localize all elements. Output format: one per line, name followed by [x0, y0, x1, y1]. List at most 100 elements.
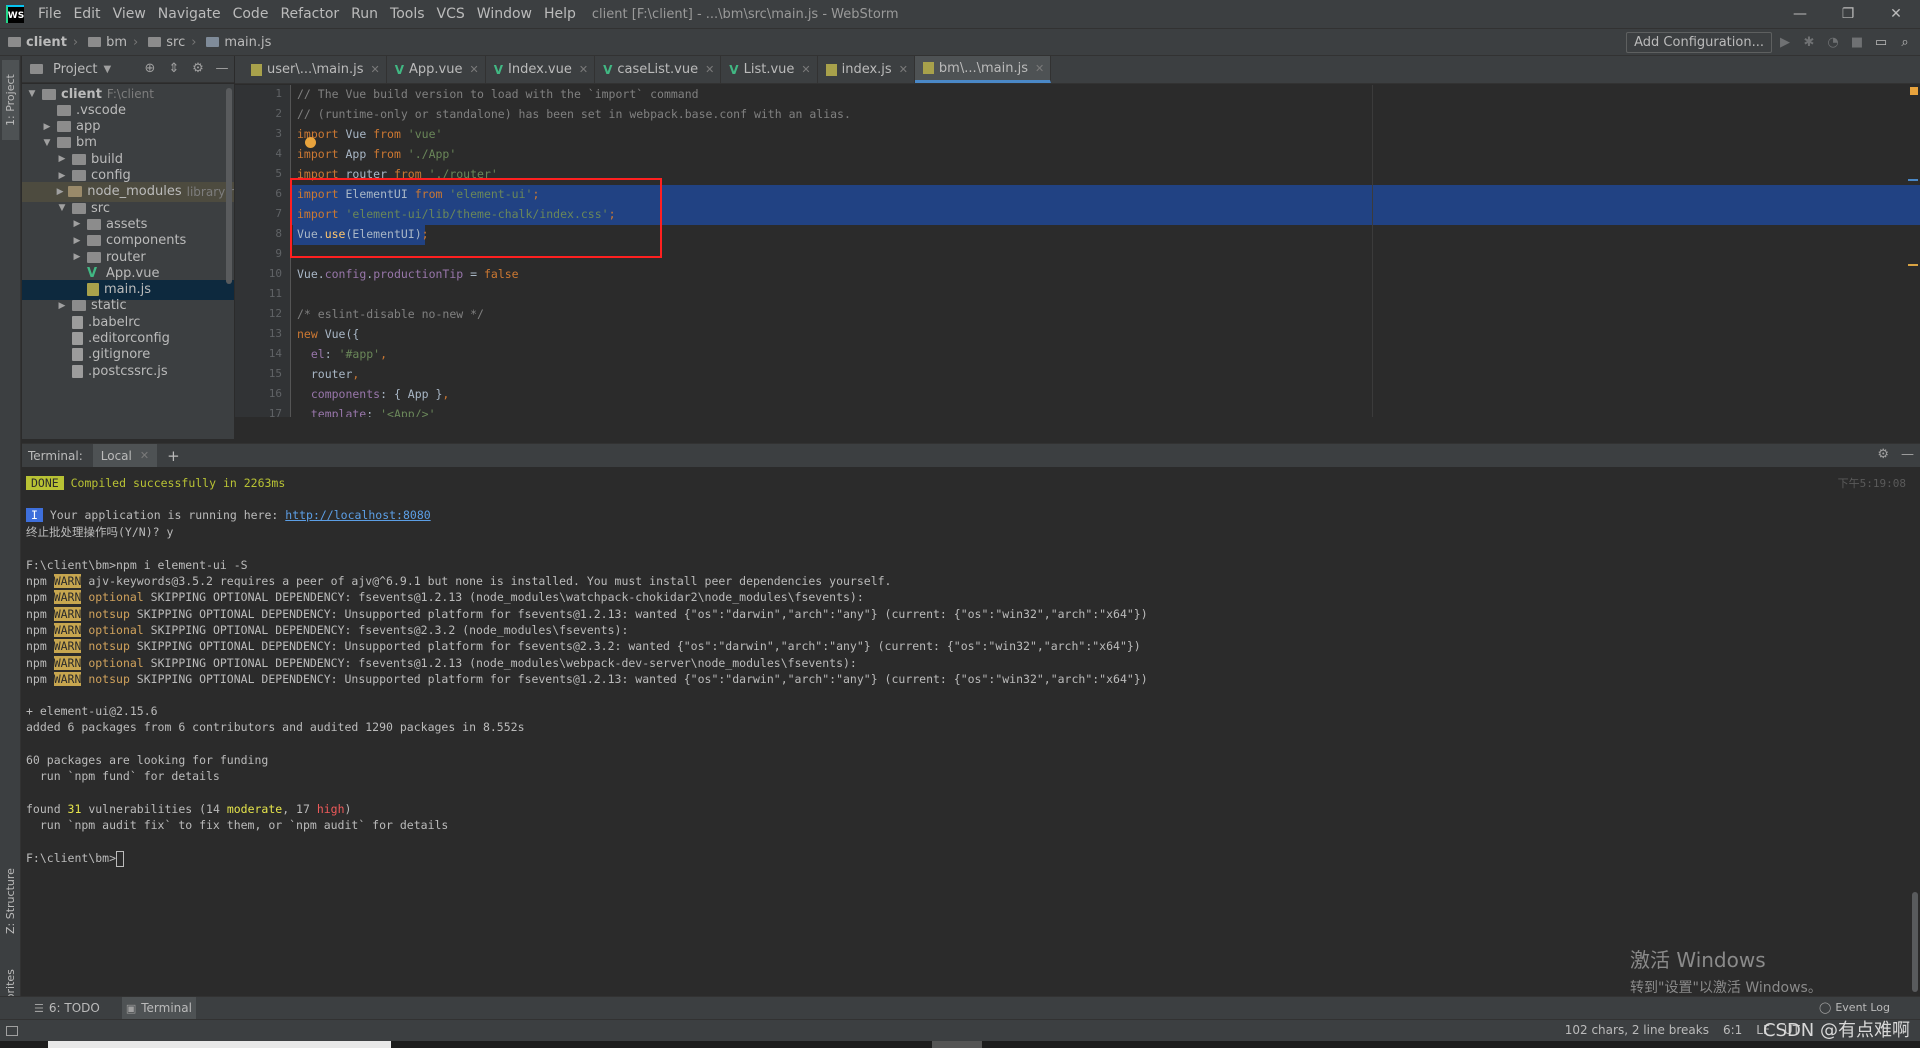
todo-tool-button[interactable]: ☰ 6: TODO — [30, 997, 104, 1020]
collapsed-arrow-icon[interactable]: ▶ — [56, 171, 68, 181]
project-structure-icon[interactable]: ▭ — [1872, 33, 1890, 51]
line-number: 15 — [268, 367, 282, 380]
hide-icon[interactable]: — — [214, 61, 230, 76]
expanded-arrow-icon[interactable]: ▼ — [56, 203, 68, 213]
stop-icon[interactable]: ■ — [1848, 33, 1866, 51]
collapsed-arrow-icon[interactable]: ▶ — [71, 252, 83, 262]
collapsed-arrow-icon[interactable]: ▶ — [56, 154, 68, 164]
coverage-icon[interactable]: ◔ — [1824, 33, 1842, 51]
project-tree-scrollbar[interactable] — [226, 88, 232, 284]
csdn-watermark: CSDN @有点难啊 — [1762, 1020, 1910, 1041]
localhost-link[interactable]: http://localhost:8080 — [285, 508, 430, 522]
breadcrumb-src[interactable]: src › — [148, 35, 202, 50]
menu-refactor[interactable]: Refactor — [274, 6, 345, 22]
tree-item[interactable]: .postcssrc.js — [22, 361, 234, 381]
editor-tab[interactable]: VcaseList.vue ✕ — [595, 56, 722, 83]
project-tool-tab[interactable]: 1: Project — [2, 60, 19, 140]
taskbar-item[interactable] — [932, 1041, 982, 1048]
collapsed-arrow-icon[interactable]: ▶ — [71, 219, 83, 229]
caret-position[interactable]: 6:1 — [1723, 1023, 1742, 1037]
breadcrumb-bm[interactable]: bm › — [88, 35, 144, 50]
project-tree: ▼ client F:\client .vscode ▶ app ▼ bm ▶ build ▶ con… — [22, 84, 234, 439]
gear-icon[interactable]: ⚙ — [1877, 447, 1889, 462]
terminal-tab-local[interactable]: Local ✕ — [92, 443, 158, 468]
menu-vcs[interactable]: VCS — [431, 6, 471, 22]
line-number-gutter: 1 2 3 4 5 6 7 8 9 10 11 12 13 14 15 16 17 — [235, 85, 291, 417]
terminal-label: Terminal: — [28, 448, 83, 463]
menu-help[interactable]: Help — [538, 6, 582, 22]
hide-icon[interactable]: — — [1901, 447, 1914, 462]
collapsed-arrow-icon[interactable]: ▶ — [56, 187, 64, 197]
editor-tab[interactable]: V App.vue ✕ — [387, 56, 486, 83]
close-window-button[interactable]: ✕ — [1872, 0, 1920, 28]
collapsed-arrow-icon[interactable]: ▶ — [56, 301, 68, 311]
editor-tab-label: bm\...\main.js — [938, 60, 1028, 76]
folder-icon — [42, 88, 56, 100]
menu-run[interactable]: Run — [345, 6, 384, 22]
event-log-button[interactable]: ◯ Event Log — [1819, 1001, 1890, 1014]
close-tab-icon[interactable]: ✕ — [705, 63, 714, 76]
tree-item-hint: F:\client — [106, 87, 154, 101]
menu-view[interactable]: View — [107, 6, 152, 22]
chevron-down-icon[interactable]: ▼ — [103, 64, 111, 75]
taskbar-window[interactable] — [48, 1041, 391, 1048]
structure-tool-tab[interactable]: Z: Structure — [2, 856, 19, 946]
gear-icon[interactable]: ⚙ — [190, 61, 206, 76]
search-icon[interactable]: ⌕ — [1896, 33, 1914, 51]
expanded-arrow-icon[interactable]: ▼ — [26, 89, 38, 99]
folder-icon — [72, 170, 86, 181]
collapsed-arrow-icon[interactable]: ▶ — [41, 122, 53, 132]
tree-item-label: static — [91, 298, 127, 314]
terminal-output[interactable]: 下午5:19:08 DONE Compiled successfully in … — [22, 467, 1920, 995]
close-icon[interactable]: ✕ — [140, 449, 149, 462]
breadcrumb-client[interactable]: client › — [8, 35, 84, 50]
editor-tab[interactable]: V Index.vue ✕ — [486, 56, 596, 83]
left-tool-strip: 1: Project Z: Structure 2: Favorites — [0, 56, 21, 1033]
menu-edit[interactable]: Edit — [67, 6, 106, 22]
folder-icon — [87, 218, 101, 230]
tree-item-label: main.js — [104, 282, 151, 298]
terminal-prompt[interactable]: F:\client\bm> — [26, 848, 125, 868]
line-number: 17 — [268, 407, 282, 417]
menu-window[interactable]: Window — [471, 6, 538, 22]
run-icon[interactable]: ▶ — [1776, 33, 1794, 51]
code-editor[interactable]: 1 2 3 4 5 6 7 8 9 10 11 12 13 14 15 16 17 // The Vue bui… — [235, 85, 1920, 417]
debug-icon[interactable]: ✱ — [1800, 33, 1818, 51]
terminal-scrollbar[interactable] — [1910, 467, 1920, 995]
editor-tab[interactable]: bm\...\main.js ✕ — [914, 56, 1052, 83]
close-tab-icon[interactable]: ✕ — [899, 63, 908, 76]
close-tab-icon[interactable]: ✕ — [579, 63, 588, 76]
editor-tab[interactable]: index.js ✕ — [818, 56, 915, 83]
minimize-button[interactable]: — — [1776, 0, 1824, 28]
close-tab-icon[interactable]: ✕ — [801, 63, 810, 76]
terminal-tool-button[interactable]: ▣ Terminal — [121, 996, 196, 1020]
close-tab-icon[interactable]: ✕ — [371, 63, 380, 76]
close-tab-icon[interactable]: ✕ — [1035, 62, 1044, 75]
terminal-scroll-thumb[interactable] — [1912, 892, 1918, 992]
menu-tools[interactable]: Tools — [384, 6, 431, 22]
breadcrumb-main-js[interactable]: main.js — [206, 35, 271, 50]
close-tab-icon[interactable]: ✕ — [470, 63, 479, 76]
editor-tab[interactable]: user\...\main.js ✕ — [243, 56, 387, 83]
collapse-all-icon[interactable]: ⇕ — [166, 61, 182, 76]
intention-bulb-icon[interactable] — [305, 137, 316, 148]
menu-code[interactable]: Code — [227, 6, 275, 22]
add-configuration-button[interactable]: Add Configuration... — [1626, 32, 1772, 53]
restore-button[interactable]: ❐ — [1824, 0, 1872, 28]
collapsed-arrow-icon[interactable]: ▶ — [71, 236, 83, 246]
code-line: template: '<App/>' — [297, 407, 436, 417]
webstorm-logo-icon: WS — [6, 5, 24, 23]
inspection-status-icon[interactable] — [1910, 87, 1918, 95]
menu-file[interactable]: File — [32, 6, 67, 22]
editor-tab[interactable]: V List.vue ✕ — [721, 56, 818, 83]
expanded-arrow-icon[interactable]: ▼ — [41, 138, 53, 148]
locate-icon[interactable]: ⊕ — [142, 61, 158, 76]
tree-item-label: .babelrc — [88, 314, 141, 330]
code-line: // The Vue build version to load with th… — [297, 87, 699, 101]
new-terminal-icon[interactable]: + — [167, 447, 180, 465]
project-view-selector[interactable]: Project — [53, 62, 97, 77]
menu-navigate[interactable]: Navigate — [152, 6, 227, 22]
vue-file-icon: V — [603, 62, 613, 77]
config-file-icon — [72, 315, 83, 329]
tool-windows-icon[interactable] — [6, 1025, 18, 1036]
